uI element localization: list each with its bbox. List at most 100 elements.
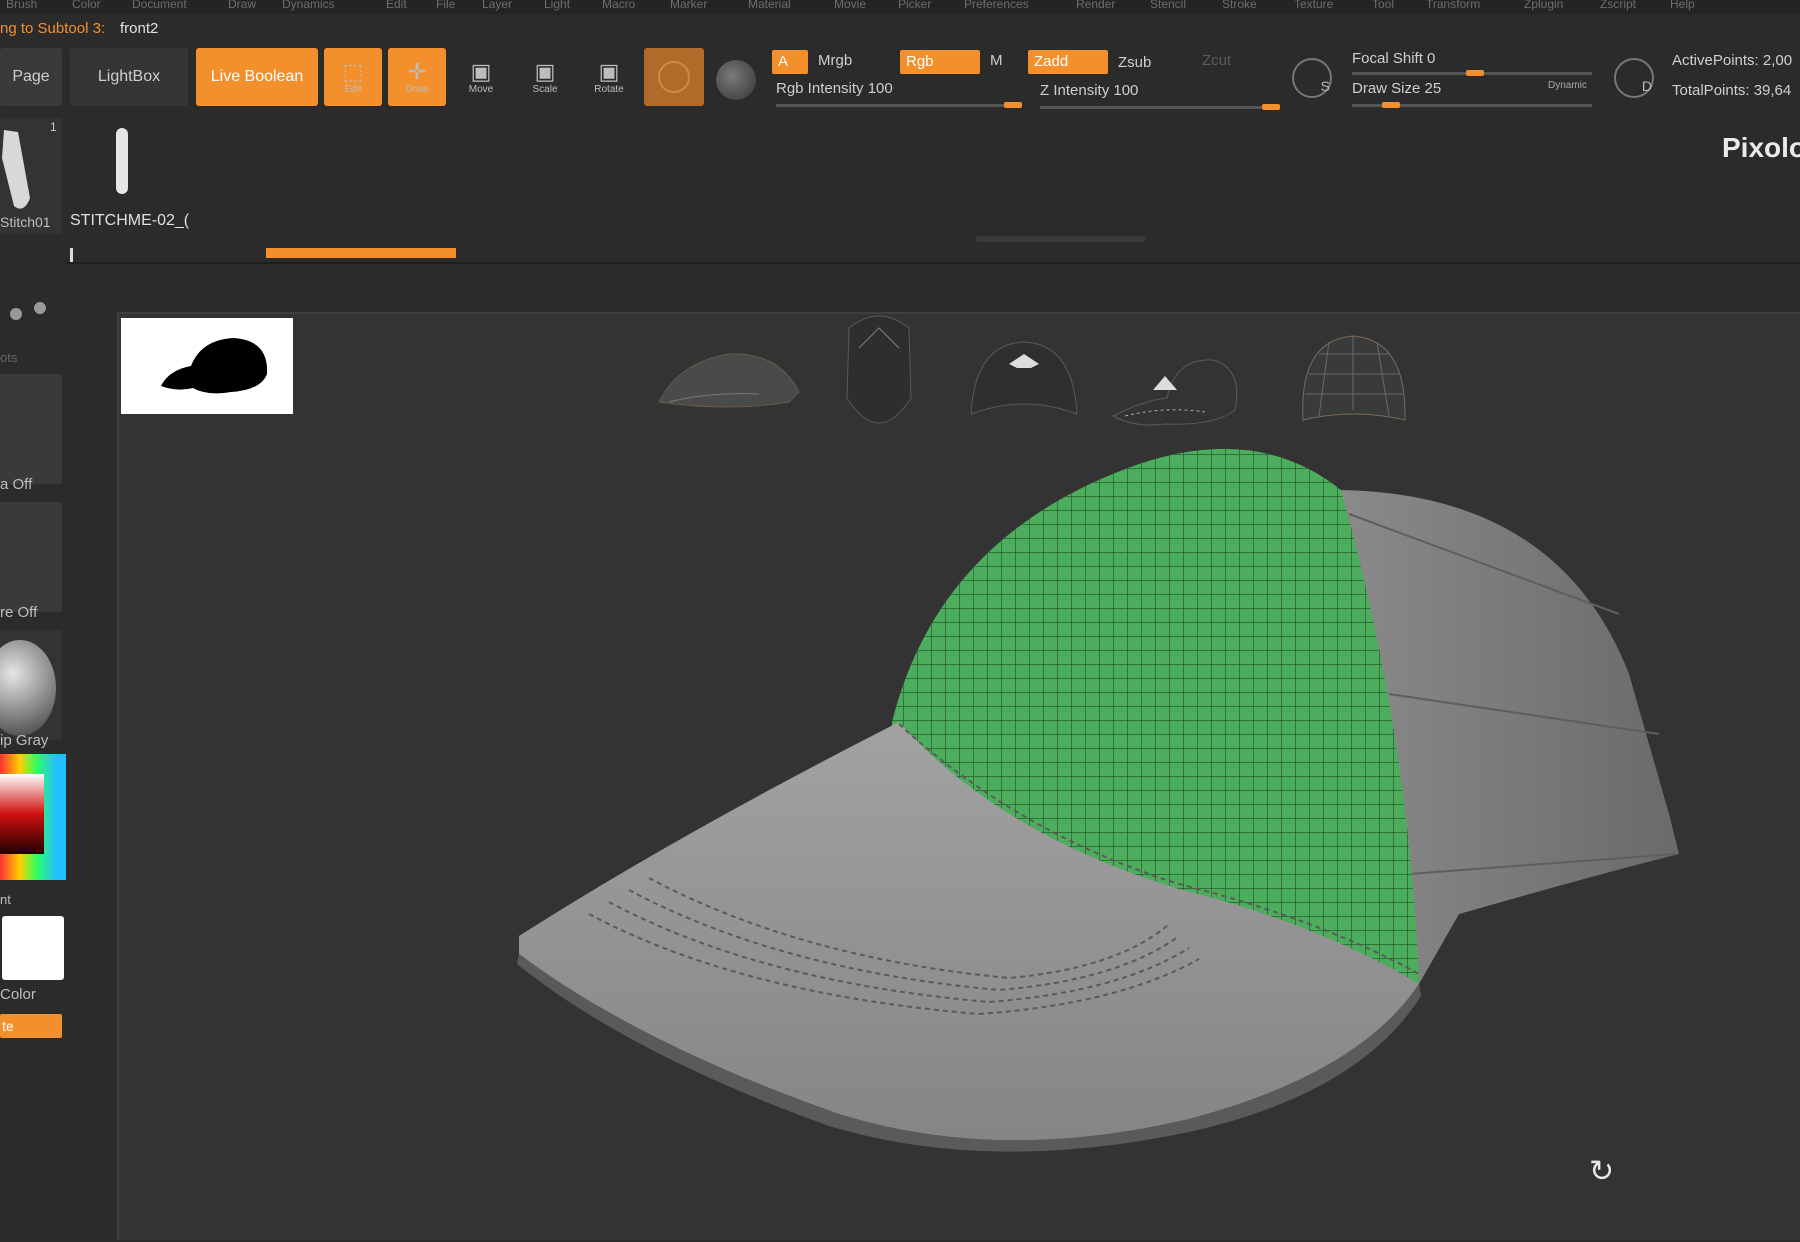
stroke-dot-icon — [34, 302, 46, 314]
left-tray: 1 Stitch01 ots a Off re Off ip Gray nt C… — [0, 112, 66, 1240]
a-toggle[interactable]: A — [772, 50, 808, 74]
zsub-toggle[interactable]: Zsub — [1118, 54, 1151, 71]
brush-name: Stitch01 — [0, 214, 51, 230]
m-toggle[interactable]: M — [990, 52, 1003, 69]
rgb-toggle[interactable]: Rgb — [900, 50, 980, 74]
title-prefix: ng to Subtool 3: — [0, 20, 106, 37]
material-label: ip Gray — [0, 732, 49, 749]
edit-icon: ⬚ — [342, 58, 364, 84]
rgb-intensity-label: Rgb Intensity 100 — [776, 80, 893, 97]
document-viewport[interactable]: ↻ — [117, 312, 1800, 1240]
main-color-swatch[interactable] — [2, 916, 64, 980]
subtool-scroll-start — [70, 248, 73, 262]
lazy-mouse-d-icon[interactable]: D — [1614, 58, 1654, 98]
lightbox-button[interactable]: LightBox — [70, 48, 188, 106]
brush-preview-icon — [2, 130, 30, 209]
rgb-intensity-knob[interactable] — [1004, 102, 1022, 108]
menu-item[interactable]: Texture — [1294, 0, 1333, 11]
menu-item[interactable]: Dynamics — [282, 0, 335, 11]
subtool-name: front2 — [120, 20, 159, 37]
draw-button[interactable]: ✛ Draw — [388, 48, 446, 106]
draw-size-label: Draw Size 25 — [1352, 80, 1442, 97]
draw-label: Draw — [405, 83, 429, 95]
menu-item[interactable]: Edit — [386, 0, 407, 11]
material-sphere-icon — [0, 640, 56, 736]
menu-item[interactable]: Brush — [6, 0, 37, 11]
menu-item[interactable]: Material — [748, 0, 791, 11]
material-sphere-button[interactable] — [644, 48, 704, 106]
toolbar: Page LightBox Live Boolean ⬚ Edit ✛ Draw… — [0, 44, 1800, 112]
brush-count: 1 — [50, 120, 57, 134]
stroke-label: ots — [0, 350, 18, 365]
draw-size-knob[interactable] — [1382, 102, 1400, 108]
move-label: Move — [468, 83, 494, 95]
menu-item[interactable]: Stencil — [1150, 0, 1186, 11]
stroke-dot-icon — [10, 308, 22, 320]
subtool-label: STITCHME-02_( — [70, 212, 190, 229]
menu-item[interactable]: Transform — [1426, 0, 1480, 11]
menu-item[interactable]: Picker — [898, 0, 931, 11]
menu-item[interactable]: Help — [1670, 0, 1695, 11]
texture-slot[interactable] — [0, 502, 62, 612]
menu-item[interactable]: Zplugin — [1524, 0, 1563, 11]
edit-label: Edit — [344, 83, 362, 95]
subtool-preview-icon[interactable] — [112, 126, 134, 198]
scale-icon: ▣ — [534, 58, 556, 84]
menu-item[interactable]: Tool — [1372, 0, 1394, 11]
menu-item[interactable]: Preferences — [964, 0, 1029, 11]
menu-item[interactable]: Marker — [670, 0, 707, 11]
menu-item[interactable]: Layer — [482, 0, 512, 11]
menu-item[interactable]: Movie — [834, 0, 866, 11]
subtool-progress-bar — [266, 248, 456, 258]
focal-shift-knob[interactable] — [1466, 70, 1484, 76]
switch-color-button[interactable]: te — [0, 1014, 62, 1038]
menu-item[interactable]: Zscript — [1600, 0, 1636, 11]
rotate-icon: ▣ — [598, 58, 620, 84]
color-picker[interactable] — [0, 754, 66, 880]
subtool-strip: STITCHME-02_( Pixolo — [66, 112, 1800, 262]
color-label: Color — [0, 986, 36, 1003]
menu-item[interactable]: Draw — [228, 0, 256, 11]
menu-item[interactable]: Color — [72, 0, 101, 11]
total-points: TotalPoints: 39,64 — [1672, 82, 1792, 99]
move-icon: ▣ — [470, 58, 492, 84]
brush-slot[interactable]: 1 Stitch01 — [0, 118, 62, 234]
tray-handle[interactable] — [976, 236, 1146, 242]
z-intensity-label: Z Intensity 100 — [1040, 82, 1139, 99]
title-bar: ng to Subtool 3: front2 — [0, 14, 1800, 44]
menu-item[interactable]: Render — [1076, 0, 1115, 11]
brand-logo: Pixolo — [1722, 132, 1800, 163]
menu-item[interactable]: Macro — [602, 0, 635, 11]
mrgb-toggle[interactable]: Mrgb — [818, 52, 852, 69]
move-button[interactable]: ▣ Move — [452, 48, 510, 106]
material-sphere-icon — [658, 61, 690, 93]
rotate-button[interactable]: ▣ Rotate — [580, 48, 638, 106]
alpha-slot[interactable] — [0, 374, 62, 484]
page-button[interactable]: Page — [0, 48, 62, 106]
divider — [66, 262, 1800, 264]
zcut-toggle[interactable]: Zcut — [1202, 52, 1231, 69]
focal-shift-label: Focal Shift 0 — [1352, 50, 1436, 67]
menu-item[interactable]: Document — [132, 0, 187, 11]
material-slot[interactable] — [0, 630, 62, 740]
rgb-intensity-slider[interactable] — [776, 104, 1020, 107]
menu-item[interactable]: File — [436, 0, 455, 11]
gradient-label: nt — [0, 892, 11, 907]
texture-sphere-button[interactable] — [716, 60, 756, 100]
color-picker-square[interactable] — [0, 774, 44, 854]
menu-item[interactable]: Light — [544, 0, 570, 11]
dynamic-toggle[interactable]: Dynamic — [1548, 80, 1587, 91]
edit-button[interactable]: ⬚ Edit — [324, 48, 382, 106]
menu-item[interactable]: Stroke — [1222, 0, 1257, 11]
z-intensity-slider[interactable] — [1040, 106, 1280, 109]
active-points: ActivePoints: 2,00 — [1672, 52, 1793, 69]
rotate-gizmo-icon[interactable]: ↻ — [1589, 1154, 1614, 1189]
scale-button[interactable]: ▣ Scale — [516, 48, 574, 106]
zadd-toggle[interactable]: Zadd — [1028, 50, 1108, 74]
z-intensity-knob[interactable] — [1262, 104, 1280, 110]
cap-3d-model[interactable] — [119, 314, 1800, 1242]
rotate-label: Rotate — [594, 83, 624, 95]
lazy-mouse-s-icon[interactable]: S — [1292, 58, 1332, 98]
live-boolean-button[interactable]: Live Boolean — [196, 48, 318, 106]
draw-icon: ✛ — [407, 58, 427, 84]
